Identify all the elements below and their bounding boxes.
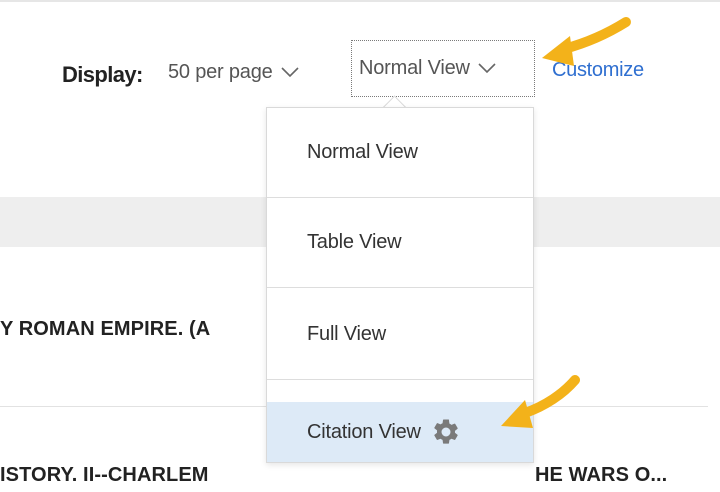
menu-item-table-view[interactable]: Table View	[267, 198, 533, 288]
chevron-down-icon	[478, 63, 496, 74]
customize-link[interactable]: Customize	[552, 59, 644, 82]
menu-item-normal-view[interactable]: Normal View	[267, 108, 533, 198]
result-title-text: Y ROMAN EMPIRE. (A	[0, 318, 211, 340]
per-page-select[interactable]: 50 per page	[168, 58, 299, 86]
result-title-tail: HE WARS O...	[535, 464, 668, 486]
display-toolbar: Display: 50 per page Normal View Customi…	[0, 40, 720, 97]
view-select[interactable]: Normal View	[351, 40, 535, 97]
per-page-value: 50 per page	[168, 60, 273, 83]
result-title[interactable]: ISTORY. II--CHARLEM HE WARS O...	[0, 464, 720, 492]
chevron-down-icon	[280, 66, 299, 77]
menu-item-label: Citation View	[307, 420, 421, 443]
view-dropdown-menu: Normal View Table View Full View Citatio…	[266, 107, 534, 463]
result-title-text: ISTORY. II--CHARLEM	[0, 464, 209, 486]
menu-item-label: Table View	[307, 231, 402, 253]
menu-item-label: Full View	[307, 323, 386, 345]
menu-item-full-view[interactable]: Full View	[267, 290, 533, 380]
top-divider	[0, 0, 720, 2]
menu-item-label: Normal View	[307, 141, 418, 163]
gear-icon[interactable]	[431, 417, 461, 447]
view-select-value: Normal View	[359, 57, 470, 79]
menu-item-citation-view[interactable]: Citation View	[267, 402, 533, 462]
display-label: Display:	[62, 62, 143, 87]
